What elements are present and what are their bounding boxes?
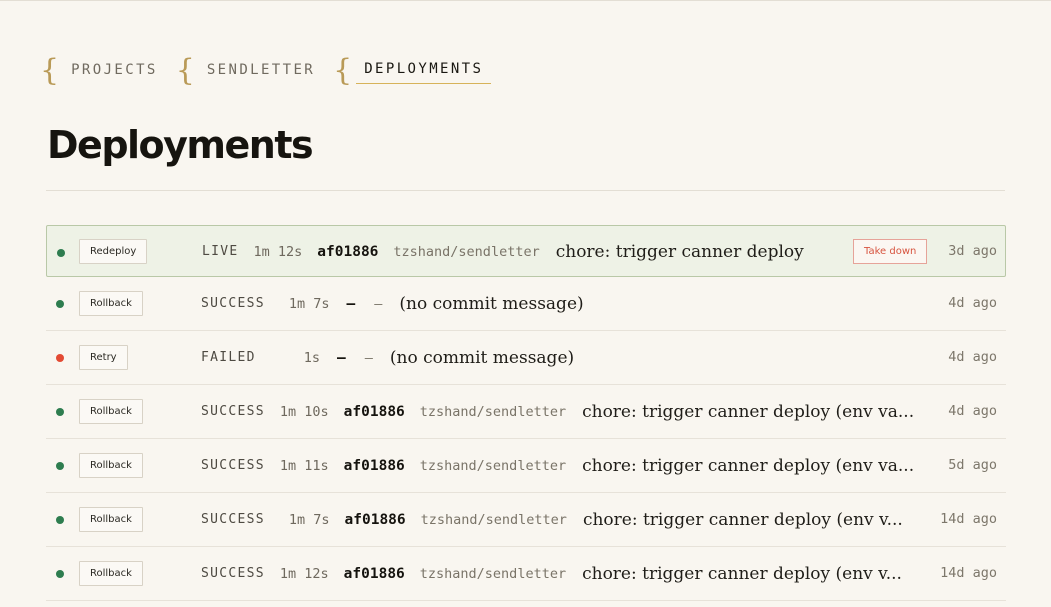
- status-label: SUCCESS: [201, 566, 265, 581]
- status-label: FAILED: [201, 350, 256, 365]
- deployment-info: LIVE 1m 12s af01886 tzshand/sendletter c…: [202, 226, 804, 277]
- duration: 1m 7s: [288, 295, 330, 312]
- deployment-row[interactable]: Rollback SUCCESS 1m 11s af01886 tzshand/…: [46, 439, 1006, 493]
- commit-message: (no commit message): [389, 347, 575, 368]
- deployment-info: SUCCESS 1m 7s — — (no commit message): [201, 277, 584, 330]
- deployment-info: SUCCESS 1m 11s af01886 tzshand/sendlette…: [201, 439, 914, 492]
- status-failed-icon: [56, 354, 64, 362]
- deployment-row[interactable]: Rollback SUCCESS 1m 10s af01886 tzshand/…: [46, 385, 1006, 439]
- deployment-row-live[interactable]: Redeploy LIVE 1m 12s af01886 tzshand/sen…: [46, 225, 1006, 277]
- brace-icon: {: [40, 53, 60, 88]
- commit-message: chore: trigger canner deploy: [555, 241, 804, 262]
- rollback-button[interactable]: Rollback: [79, 507, 143, 532]
- commit-message: (no commit message): [399, 293, 584, 314]
- commit-sha: af01886: [343, 457, 405, 474]
- deployment-info: FAILED 1s — — (no commit message): [201, 331, 574, 384]
- commit-sha: af01886: [343, 565, 405, 582]
- rollback-button[interactable]: Rollback: [79, 399, 143, 424]
- status-label: SUCCESS: [201, 512, 265, 527]
- breadcrumb-link-projects[interactable]: PROJECTS: [71, 62, 158, 78]
- deploy-age: 5d ago: [948, 457, 997, 473]
- deploy-age: 14d ago: [940, 565, 997, 581]
- status-success-icon: [56, 408, 64, 416]
- rollback-button[interactable]: Rollback: [79, 453, 143, 478]
- status-success-icon: [56, 570, 64, 578]
- breadcrumb: { PROJECTS { SENDLETTER { DEPLOYMENTS: [40, 53, 509, 87]
- breadcrumb-item-projects[interactable]: { PROJECTS: [40, 53, 158, 88]
- brace-icon: {: [333, 53, 353, 88]
- status-success-icon: [57, 249, 65, 257]
- commit-sha: af01886: [344, 511, 406, 528]
- duration: 1m 7s: [288, 511, 330, 528]
- deploy-age: 4d ago: [948, 295, 997, 311]
- commit-sha: —: [337, 349, 346, 366]
- commit-sha: af01886: [343, 403, 405, 420]
- status-label: SUCCESS: [201, 296, 265, 311]
- deployment-info: SUCCESS 1m 7s af01886 tzshand/sendletter…: [201, 493, 903, 546]
- repo-name: tzshand/sendletter: [419, 457, 567, 474]
- deployment-row[interactable]: Retry FAILED 1s — — (no commit message) …: [46, 331, 1006, 385]
- page-title: Deployments: [47, 123, 314, 167]
- commit-message: chore: trigger canner deploy (env va...: [582, 401, 915, 422]
- repo-name: tzshand/sendletter: [393, 243, 540, 260]
- status-success-icon: [56, 462, 64, 470]
- repo-name: tzshand/sendletter: [419, 403, 567, 420]
- deploy-age: 4d ago: [948, 349, 997, 365]
- repo-name: tzshand/sendletter: [420, 511, 567, 528]
- rollback-button[interactable]: Rollback: [79, 561, 143, 586]
- deployment-row[interactable]: Rollback SUCCESS 1m 7s af01886 tzshand/s…: [46, 493, 1006, 547]
- repo-name: —: [374, 295, 383, 312]
- deployment-row[interactable]: Rollback SUCCESS 1m 7s — — (no commit me…: [46, 277, 1006, 331]
- deploy-age: 14d ago: [940, 511, 997, 527]
- breadcrumb-item-sendletter[interactable]: { SENDLETTER: [175, 53, 315, 88]
- deployment-row[interactable]: Rollback SUCCESS 1m 12s af01886 tzshand/…: [46, 547, 1006, 601]
- deployment-info: SUCCESS 1m 10s af01886 tzshand/sendlette…: [201, 385, 914, 438]
- deploy-age: 3d ago: [948, 243, 997, 259]
- retry-button[interactable]: Retry: [79, 345, 128, 370]
- breadcrumb-current-deployments: DEPLOYMENTS: [356, 57, 492, 84]
- duration: 1m 12s: [253, 243, 303, 260]
- commit-sha: —: [346, 295, 356, 312]
- breadcrumb-item-deployments: { DEPLOYMENTS: [333, 53, 492, 88]
- title-divider: [46, 190, 1005, 191]
- deployment-list: Redeploy LIVE 1m 12s af01886 tzshand/sen…: [46, 225, 1006, 601]
- status-success-icon: [56, 516, 64, 524]
- deploy-age: 4d ago: [948, 403, 997, 419]
- status-label: LIVE: [202, 244, 239, 259]
- repo-name: —: [364, 349, 373, 366]
- status-label: SUCCESS: [201, 404, 265, 419]
- breadcrumb-link-sendletter[interactable]: SENDLETTER: [207, 62, 315, 78]
- status-success-icon: [56, 300, 64, 308]
- commit-sha: af01886: [317, 243, 379, 260]
- duration: 1s: [303, 349, 321, 366]
- take-down-button[interactable]: Take down: [853, 239, 928, 264]
- commit-message: chore: trigger canner deploy (env va...: [582, 455, 915, 476]
- status-label: SUCCESS: [201, 458, 265, 473]
- duration: 1m 11s: [279, 457, 329, 474]
- commit-message: chore: trigger canner deploy (env v...: [582, 563, 902, 584]
- redeploy-button[interactable]: Redeploy: [79, 239, 148, 264]
- deployment-info: SUCCESS 1m 12s af01886 tzshand/sendlette…: [201, 547, 902, 600]
- rollback-button[interactable]: Rollback: [79, 291, 143, 316]
- commit-message: chore: trigger canner deploy (env v...: [582, 509, 903, 530]
- brace-icon: {: [175, 53, 195, 88]
- duration: 1m 12s: [279, 565, 329, 582]
- repo-name: tzshand/sendletter: [419, 565, 567, 582]
- duration: 1m 10s: [279, 403, 329, 420]
